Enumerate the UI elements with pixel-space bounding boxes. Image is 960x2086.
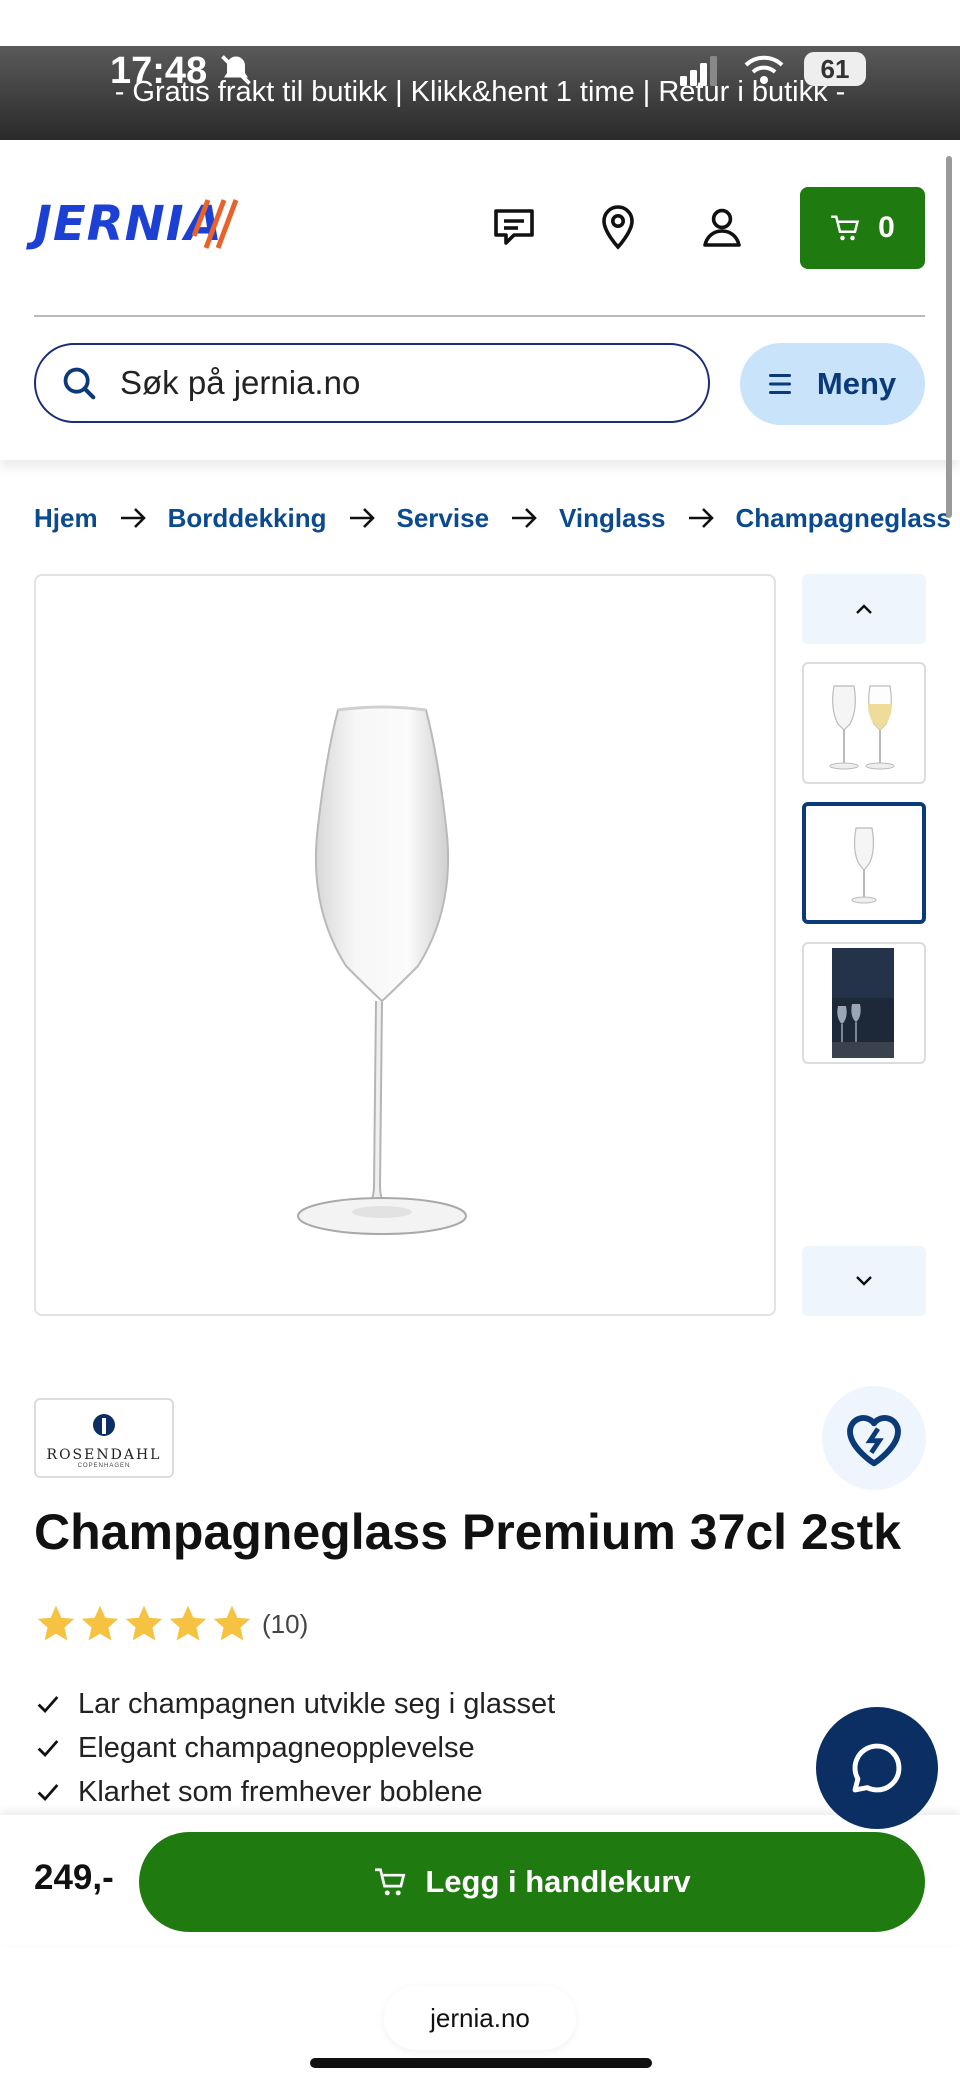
breadcrumb-champagneglass[interactable]: Champagneglass	[736, 503, 951, 534]
product-title: Champagneglass Premium 37cl 2stk	[34, 1504, 902, 1560]
breadcrumb-borddekking[interactable]: Borddekking	[168, 503, 327, 534]
thumbnail-next-button[interactable]	[802, 1246, 926, 1316]
bell-slash-icon	[221, 55, 251, 85]
menu-icon	[768, 374, 791, 394]
chat-bubble-icon	[852, 1743, 902, 1793]
search-input[interactable]	[118, 363, 682, 403]
cart-icon	[831, 215, 860, 241]
arrow-right-icon	[349, 508, 375, 528]
star-icon	[125, 1605, 163, 1641]
wifi-icon	[744, 55, 784, 84]
chevron-down-icon	[856, 1276, 872, 1286]
star-icon	[169, 1605, 207, 1641]
search-bar[interactable]	[34, 343, 710, 423]
breadcrumb-home[interactable]: Hjem	[34, 503, 98, 534]
feature-item: Lar champagnen utvikle seg i glasset	[34, 1682, 794, 1726]
feature-text: Klarhet som fremhever boblene	[78, 1775, 483, 1808]
lifestyle-thumbnail-image	[832, 948, 894, 1058]
heart-icon	[847, 1415, 901, 1467]
status-time: 17:48	[110, 50, 208, 92]
check-icon	[37, 1784, 59, 1802]
search-icon	[63, 367, 96, 400]
check-icon	[37, 1696, 59, 1714]
header-divider	[34, 315, 925, 317]
review-count: (10)	[262, 1608, 309, 1639]
check-icon	[37, 1740, 59, 1758]
add-to-cart-button[interactable]: Legg i handlekurv	[139, 1832, 925, 1932]
feature-text: Lar champagnen utvikle seg i glasset	[78, 1687, 556, 1720]
brand-logo[interactable]: ROSENDAHL COPENHAGEN	[34, 1398, 174, 1478]
product-price: 249,-	[34, 1858, 114, 1897]
feature-text: Elegant champagneopplevelse	[78, 1731, 475, 1764]
glass-thumbnail-image	[851, 827, 877, 904]
arrow-right-icon	[512, 508, 537, 528]
menu-button[interactable]: Meny	[740, 343, 925, 425]
thumbnail-2[interactable]	[802, 802, 926, 924]
thumbnail-prev-button[interactable]	[802, 574, 926, 644]
home-indicator	[310, 2058, 652, 2068]
thumbnail-3[interactable]	[802, 942, 926, 1064]
thumbnail-1[interactable]	[802, 662, 926, 784]
signal-icon	[680, 56, 717, 86]
champagne-glass-image	[297, 705, 467, 1235]
page-scrollbar[interactable]	[946, 156, 952, 518]
status-bar-bg	[0, 0, 960, 46]
cart-count: 0	[878, 211, 895, 244]
star-icon	[81, 1605, 119, 1641]
cart-button[interactable]: 0	[800, 187, 925, 269]
chat-support-button[interactable]	[816, 1707, 938, 1829]
feature-item: Elegant champagneopplevelse	[34, 1726, 794, 1770]
location-pin-icon[interactable]	[594, 203, 642, 251]
brand-subtitle: COPENHAGEN	[77, 1463, 131, 1469]
chat-icon[interactable]	[490, 203, 538, 251]
product-rating[interactable]: (10)	[34, 1602, 308, 1646]
feature-item: Klarhet som fremhever boblene	[34, 1770, 794, 1814]
star-icon	[37, 1605, 75, 1641]
cart-icon	[375, 1868, 406, 1896]
brand-name: ROSENDAHL	[46, 1447, 162, 1463]
arrow-right-icon	[120, 508, 146, 528]
browser-url-bar[interactable]: jernia.no	[384, 1986, 576, 2050]
jernia-logo[interactable]: JERNIA	[34, 196, 249, 254]
favorite-button[interactable]	[822, 1386, 926, 1490]
product-main-image[interactable]	[34, 574, 776, 1316]
star-icon	[213, 1605, 251, 1641]
arrow-right-icon	[688, 508, 714, 528]
menu-label: Meny	[816, 366, 897, 401]
two-glasses-thumbnail-image	[829, 685, 895, 770]
chevron-up-icon	[856, 604, 872, 614]
breadcrumb: Hjem Borddekking Servise Vinglass Champa…	[34, 496, 960, 540]
rosendahl-logo-icon	[93, 1414, 115, 1436]
logo-accent-icon	[192, 199, 239, 249]
add-to-cart-label: Legg i handlekurv	[425, 1864, 691, 1899]
user-icon[interactable]	[698, 203, 746, 251]
battery-indicator: 61	[804, 52, 866, 86]
feature-list: Lar champagnen utvikle seg i glasset Ele…	[34, 1682, 794, 1814]
breadcrumb-servise[interactable]: Servise	[397, 503, 490, 534]
breadcrumb-vinglass[interactable]: Vinglass	[559, 503, 665, 534]
